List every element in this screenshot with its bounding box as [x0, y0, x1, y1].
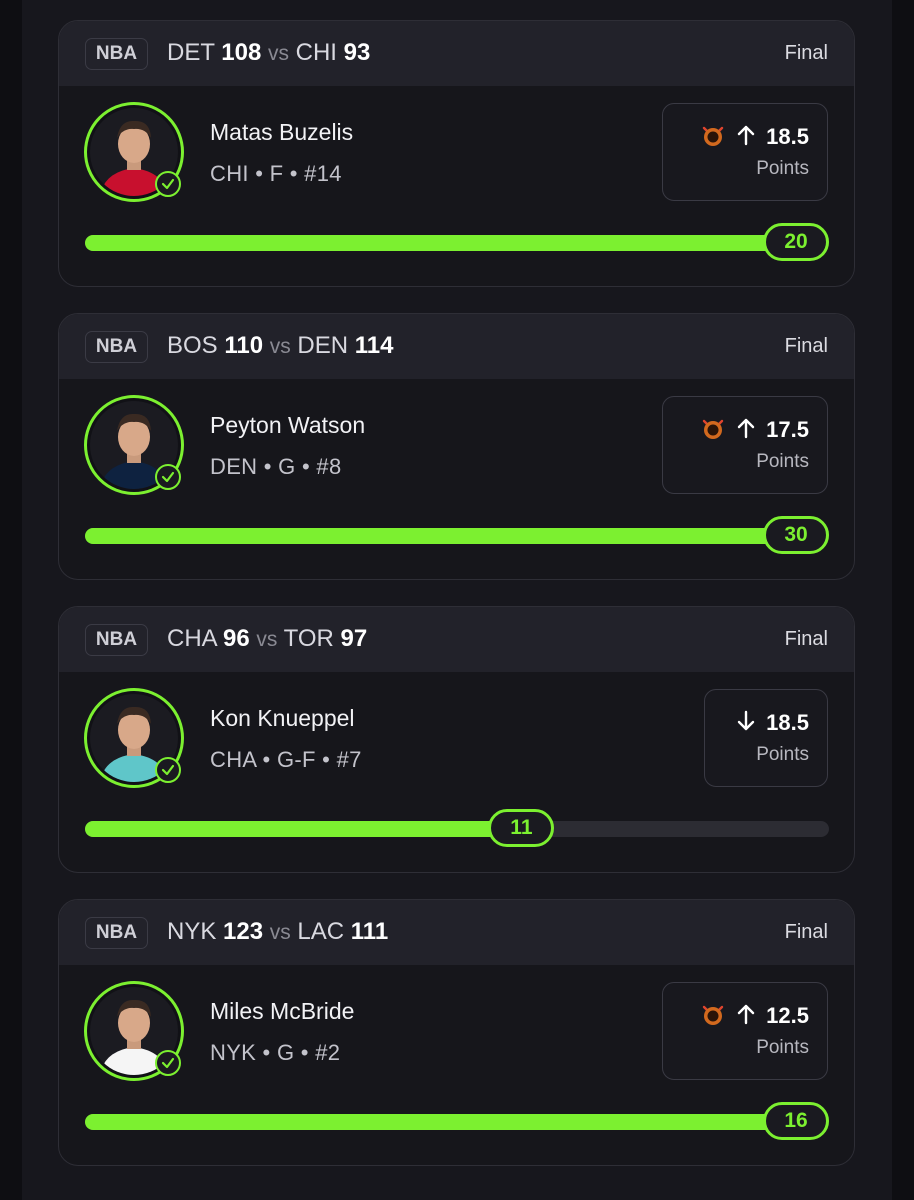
pick-card[interactable]: NBA NYK 123 vs LAC 111 Final Miles McBri… — [58, 899, 855, 1166]
projection-box[interactable]: 18.5 Points — [704, 689, 828, 787]
player-avatar[interactable] — [84, 688, 184, 788]
check-icon — [155, 1050, 181, 1076]
game-status: Final — [784, 628, 828, 650]
player-avatar[interactable] — [84, 102, 184, 202]
player-meta: CHI • F • #14 — [210, 161, 342, 186]
result-marker: 11 — [488, 809, 555, 847]
result-marker: 20 — [763, 223, 829, 261]
team2-abbr: CHI — [295, 39, 337, 66]
team2-score: 97 — [340, 625, 368, 652]
pick-card[interactable]: NBA BOS 110 vs DEN 114 Final Peyton Wats… — [58, 313, 855, 580]
game-score: BOS 110 vs DEN 114 — [167, 332, 393, 360]
line-value: 18.5 — [766, 124, 809, 149]
projection-box[interactable]: 17.5 Points — [662, 396, 828, 494]
progress-track: 16 — [85, 1102, 829, 1140]
progress-fill — [85, 821, 522, 837]
progress-track: 30 — [85, 516, 829, 554]
game-header: NBA BOS 110 vs DEN 114 Final — [59, 314, 854, 379]
player-name[interactable]: Matas Buzelis — [210, 119, 353, 146]
player-name[interactable]: Peyton Watson — [210, 412, 365, 439]
team1-abbr: CHA — [167, 625, 217, 652]
projection-box[interactable]: 12.5 Points — [662, 982, 828, 1080]
pick-card[interactable]: NBA DET 108 vs CHI 93 Final Matas Buzeli… — [58, 20, 855, 287]
team1-score: 108 — [221, 39, 262, 66]
demon-icon — [702, 126, 724, 146]
team2-abbr: DEN — [297, 332, 349, 359]
left-gutter — [0, 0, 22, 1200]
progress-fill — [85, 235, 796, 251]
team2-score: 111 — [350, 918, 389, 945]
arrow-down-icon — [737, 710, 755, 730]
arrow-up-icon — [737, 125, 755, 145]
game-status: Final — [784, 335, 828, 357]
check-icon — [155, 171, 181, 197]
game-score: DET 108 vs CHI 93 — [167, 39, 370, 67]
arrow-up-icon — [737, 418, 755, 438]
game-header: NBA NYK 123 vs LAC 111 Final — [59, 900, 854, 965]
projection-box[interactable]: 18.5 Points — [662, 103, 828, 201]
demon-icon — [702, 1005, 724, 1025]
vs-label: vs — [269, 335, 291, 358]
player-meta: CHA • G-F • #7 — [210, 747, 362, 772]
player-meta: NYK • G • #2 — [210, 1040, 341, 1065]
result-marker: 30 — [763, 516, 829, 554]
vs-label: vs — [267, 42, 289, 65]
right-gutter — [892, 0, 914, 1200]
game-score: CHA 96 vs TOR 97 — [167, 625, 367, 653]
progress-track: 11 — [85, 809, 829, 847]
line-value: 12.5 — [766, 1003, 809, 1028]
line-value: 18.5 — [766, 710, 809, 735]
team1-score: 110 — [224, 332, 264, 359]
projection-row: 18.5 — [736, 710, 809, 736]
pick-card[interactable]: NBA CHA 96 vs TOR 97 Final Kon Knueppel … — [58, 606, 855, 873]
check-icon — [155, 464, 181, 490]
projection-row: 18.5 — [700, 124, 809, 150]
player-avatar[interactable] — [84, 981, 184, 1081]
game-header: NBA DET 108 vs CHI 93 Final — [59, 21, 854, 86]
team2-score: 114 — [354, 332, 394, 359]
league-badge: NBA — [85, 331, 148, 363]
stat-label: Points — [756, 451, 809, 472]
stat-label: Points — [756, 744, 809, 765]
team1-abbr: DET — [167, 39, 215, 66]
game-status: Final — [784, 42, 828, 64]
projection-row: 17.5 — [700, 417, 809, 443]
projection-row: 12.5 — [700, 1003, 809, 1029]
team2-abbr: LAC — [297, 918, 345, 945]
game-score: NYK 123 vs LAC 111 — [167, 918, 388, 946]
league-badge: NBA — [85, 624, 148, 656]
team1-abbr: NYK — [167, 918, 217, 945]
team2-abbr: TOR — [283, 625, 334, 652]
player-meta: DEN • G • #8 — [210, 454, 342, 479]
line-value: 17.5 — [766, 417, 809, 442]
progress-track: 20 — [85, 223, 829, 261]
progress-fill — [85, 528, 796, 544]
league-badge: NBA — [85, 917, 148, 949]
team2-score: 93 — [343, 39, 371, 66]
stat-label: Points — [756, 1037, 809, 1058]
demon-icon — [702, 419, 724, 439]
result-marker: 16 — [763, 1102, 829, 1140]
team1-abbr: BOS — [167, 332, 218, 359]
player-avatar[interactable] — [84, 395, 184, 495]
vs-label: vs — [256, 628, 278, 651]
player-name[interactable]: Miles McBride — [210, 998, 354, 1025]
check-icon — [155, 757, 181, 783]
progress-fill — [85, 1114, 796, 1130]
league-badge: NBA — [85, 38, 148, 70]
game-header: NBA CHA 96 vs TOR 97 Final — [59, 607, 854, 672]
team1-score: 96 — [223, 625, 250, 652]
game-status: Final — [784, 921, 828, 943]
team1-score: 123 — [223, 918, 264, 945]
arrow-up-icon — [737, 1004, 755, 1024]
stat-label: Points — [756, 158, 809, 179]
vs-label: vs — [269, 921, 291, 944]
player-name[interactable]: Kon Knueppel — [210, 705, 355, 732]
